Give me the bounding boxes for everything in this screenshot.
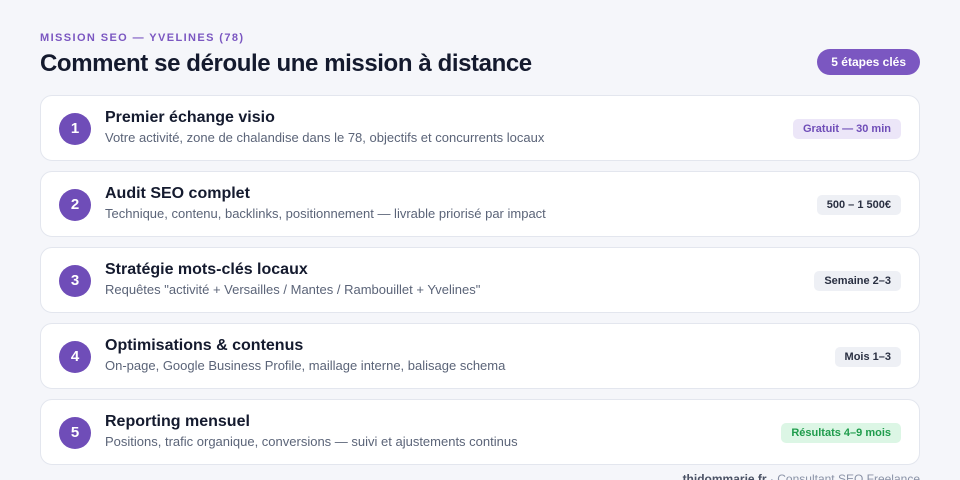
step-badge: Semaine 2–3 xyxy=(814,271,901,291)
steps-count-badge: 5 étapes clés xyxy=(817,49,920,75)
step-badge: 500 – 1 500€ xyxy=(816,195,901,215)
footer-role: Consultant SEO Freelance xyxy=(777,472,920,480)
footer-credit: thidommarie.fr · Consultant SEO Freelanc… xyxy=(683,472,920,480)
footer-brand: thidommarie.fr xyxy=(682,472,767,480)
step-card: 4 Optimisations & contenus On-page, Goog… xyxy=(40,323,920,389)
step-description: Requêtes "activité + Versailles / Mantes… xyxy=(105,282,481,297)
step-title: Stratégie mots-clés locaux xyxy=(105,261,308,278)
step-badge: Résultats 4–9 mois xyxy=(781,423,901,443)
eyebrow: MISSION SEO — YVELINES (78) xyxy=(40,32,245,44)
step-title: Audit SEO complet xyxy=(105,185,250,202)
step-card: 1 Premier échange visio Votre activité, … xyxy=(40,95,920,161)
step-number: 1 xyxy=(59,113,91,145)
step-description: Technique, contenu, backlinks, positionn… xyxy=(105,206,546,221)
step-badge: Mois 1–3 xyxy=(834,347,901,367)
step-description: On-page, Google Business Profile, mailla… xyxy=(105,358,506,373)
step-card: 5 Reporting mensuel Positions, trafic or… xyxy=(40,399,920,465)
step-badge: Gratuit — 30 min xyxy=(792,119,901,139)
step-number: 4 xyxy=(59,341,91,373)
step-number: 5 xyxy=(59,417,91,449)
page-title: Comment se déroule une mission à distanc… xyxy=(40,50,532,77)
step-card: 3 Stratégie mots-clés locaux Requêtes "a… xyxy=(40,247,920,313)
step-description: Positions, trafic organique, conversions… xyxy=(105,434,518,449)
step-number: 2 xyxy=(59,189,91,221)
step-title: Optimisations & contenus xyxy=(105,337,304,354)
step-description: Votre activité, zone de chalandise dans … xyxy=(105,130,545,145)
step-title: Premier échange visio xyxy=(105,109,275,126)
footer-separator: · xyxy=(766,472,778,480)
header: MISSION SEO — YVELINES (78) Comment se d… xyxy=(40,32,920,80)
step-card: 2 Audit SEO complet Technique, contenu, … xyxy=(40,171,920,237)
step-number: 3 xyxy=(59,265,91,297)
step-title: Reporting mensuel xyxy=(105,413,250,430)
steps-list: 1 Premier échange visio Votre activité, … xyxy=(40,95,920,475)
